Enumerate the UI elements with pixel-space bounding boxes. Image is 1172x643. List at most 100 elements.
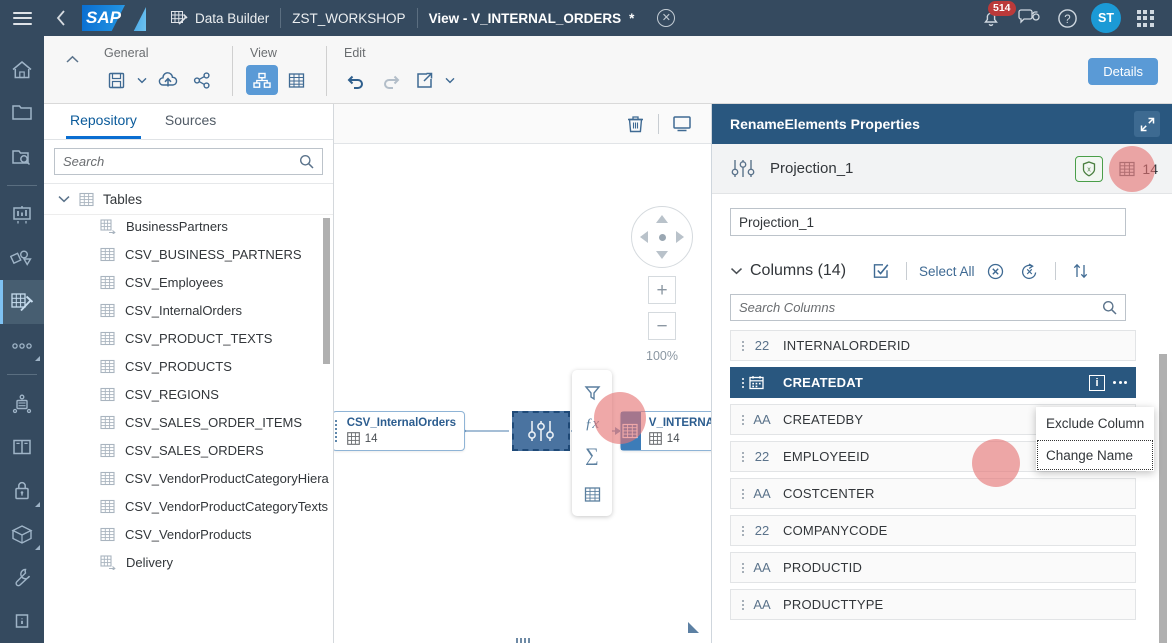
row-menu-button[interactable]	[1113, 381, 1127, 384]
tree-item[interactable]: CSV_REGIONS	[44, 383, 333, 411]
column-search-container[interactable]	[730, 294, 1126, 321]
help-button[interactable]: ?	[1048, 0, 1086, 36]
table-row[interactable]: CREATEDAT i	[730, 367, 1136, 398]
breadcrumb-space[interactable]: ZST_WORKSHOP	[280, 8, 416, 28]
sidebar-item-home[interactable]	[0, 48, 44, 91]
export-dropdown-button[interactable]	[442, 65, 458, 95]
table-row[interactable]: AA COSTCENTER	[730, 478, 1136, 509]
resize-handle[interactable]	[686, 620, 701, 635]
export-button[interactable]	[408, 65, 440, 95]
breadcrumb-current[interactable]: View - V_INTERNAL_ORDERS *	[416, 8, 646, 28]
row-drag-handle[interactable]	[737, 488, 749, 499]
row-drag-handle[interactable]	[737, 414, 749, 425]
repository-scrollbar[interactable]	[323, 218, 330, 364]
tree-item[interactable]: CSV_VendorProductCategoryHiera	[44, 467, 333, 495]
tree-item[interactable]: CSV_PRODUCTS	[44, 355, 333, 383]
sidebar-item-files[interactable]	[0, 91, 44, 134]
menu-toggle-button[interactable]	[0, 0, 44, 36]
toggle-selection-button[interactable]	[864, 258, 898, 284]
tree-item[interactable]: CSV_BUSINESS_PARTNERS	[44, 243, 333, 271]
sidebar-item-package[interactable]	[0, 513, 44, 556]
table-row[interactable]: AA PRODUCTID	[730, 552, 1136, 583]
expand-panel-button[interactable]	[1134, 111, 1160, 137]
sidebar-item-stories[interactable]	[0, 193, 44, 236]
source-node[interactable]: CSV_InternalOrders 14	[334, 411, 465, 451]
select-all-button[interactable]: Select All	[915, 264, 979, 279]
sidebar-item-more[interactable]	[0, 324, 44, 367]
row-drag-handle[interactable]	[737, 525, 749, 536]
menu-item-change-name[interactable]: Change Name	[1036, 439, 1154, 471]
search-icon[interactable]	[1102, 300, 1117, 315]
table-row[interactable]: AA PRODUCTTYPE	[730, 589, 1136, 620]
filter-button[interactable]	[572, 376, 612, 408]
tree-item[interactable]: CSV_SALES_ORDER_ITEMS	[44, 411, 333, 439]
sidebar-item-catalog[interactable]	[0, 135, 44, 178]
menu-item-exclude-column[interactable]: Exclude Column	[1036, 407, 1154, 439]
reset-button[interactable]	[1013, 258, 1047, 284]
tree-item[interactable]: CSV_Employees	[44, 271, 333, 299]
search-columns-input[interactable]	[739, 300, 1102, 315]
row-drag-handle[interactable]	[737, 451, 749, 462]
sidebar-item-data-builder[interactable]	[0, 280, 44, 325]
sidebar-item-tools[interactable]	[0, 556, 44, 599]
share-button[interactable]	[186, 65, 218, 95]
back-button[interactable]	[44, 0, 78, 36]
tree-item[interactable]: CSV_PRODUCT_TEXTS	[44, 327, 333, 355]
row-drag-handle[interactable]	[737, 599, 749, 610]
chevron-down-icon[interactable]	[58, 195, 70, 203]
search-icon[interactable]	[299, 154, 314, 169]
undo-button[interactable]	[340, 65, 372, 95]
delete-button[interactable]	[618, 107, 652, 141]
deploy-button[interactable]	[152, 65, 184, 95]
search-input[interactable]	[63, 154, 299, 169]
diagram-view-button[interactable]	[246, 65, 278, 95]
row-drag-handle[interactable]	[737, 562, 749, 573]
sidebar-item-dataflow[interactable]	[0, 382, 44, 425]
calculated-column-button[interactable]: ƒx	[572, 408, 612, 440]
validate-button[interactable]: x	[1075, 155, 1104, 182]
sidebar-item-security[interactable]	[0, 469, 44, 512]
tree-item[interactable]: Delivery	[44, 551, 333, 579]
info-button[interactable]: i	[1089, 374, 1105, 391]
details-button[interactable]: Details	[1088, 58, 1158, 85]
row-drag-handle[interactable]	[737, 340, 749, 351]
table-row[interactable]: 22 COMPANYCODE	[730, 515, 1136, 546]
search-input-container[interactable]	[54, 148, 323, 175]
app-grid-button[interactable]	[1126, 0, 1164, 36]
tree-item[interactable]: CSV_InternalOrders	[44, 299, 333, 327]
sap-logo[interactable]: SAP	[82, 5, 146, 31]
sort-button[interactable]	[1064, 258, 1098, 284]
save-button[interactable]	[100, 65, 132, 95]
name-field-container[interactable]	[730, 208, 1126, 236]
table-row[interactable]: 22 INTERNALORDERID	[730, 330, 1136, 361]
tree-item[interactable]: CSV_SALES_ORDERS	[44, 439, 333, 467]
columns-collapse-button[interactable]	[730, 267, 750, 275]
canvas-resize-grip[interactable]	[511, 637, 535, 643]
properties-scrollbar[interactable]	[1159, 354, 1167, 643]
deselect-button[interactable]	[979, 258, 1013, 284]
avatar[interactable]: ST	[1091, 3, 1121, 33]
sidebar-item-info[interactable]	[0, 600, 44, 643]
toolbar-collapse-button[interactable]	[58, 46, 86, 72]
output-node[interactable]: V_INTERNAL 14	[620, 411, 711, 451]
sidebar-item-modeler[interactable]	[0, 237, 44, 280]
name-input[interactable]	[739, 214, 1117, 230]
feedback-button[interactable]	[1010, 0, 1048, 36]
tree-item[interactable]: BusinessPartners	[44, 215, 333, 243]
aggregation-button[interactable]: ∑	[572, 440, 612, 472]
breadcrumb-data-builder[interactable]: Data Builder	[160, 8, 280, 28]
save-dropdown-button[interactable]	[134, 65, 150, 95]
table-view-button[interactable]	[280, 65, 312, 95]
tab-repository[interactable]: Repository	[56, 104, 151, 139]
tree-node-tables[interactable]: Tables	[44, 184, 333, 215]
tree-item[interactable]: CSV_VendorProducts	[44, 523, 333, 551]
tab-sources[interactable]: Sources	[151, 104, 230, 139]
redo-button[interactable]	[374, 65, 406, 95]
tree-item[interactable]: CSV_VendorProductCategoryTexts	[44, 495, 333, 523]
canvas-area[interactable]: + − 100% CSV_InternalOrders 14 V_INTERN …	[334, 144, 711, 643]
row-drag-handle[interactable]	[737, 377, 749, 388]
sidebar-item-glossary[interactable]	[0, 426, 44, 469]
preview-button[interactable]	[665, 107, 699, 141]
join-button[interactable]	[572, 478, 612, 510]
projection-node[interactable]	[512, 411, 570, 451]
